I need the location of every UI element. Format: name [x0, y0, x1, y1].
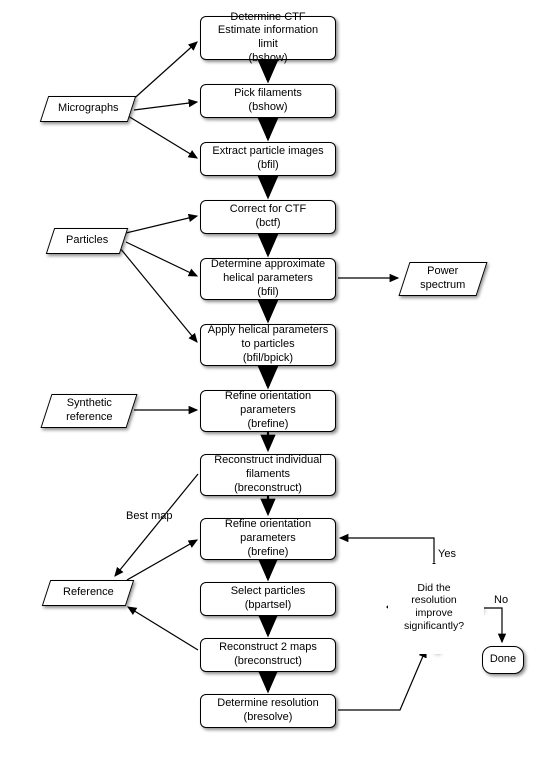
io-label: Reference	[63, 586, 114, 600]
process-refine-orientation-2: Refine orientationparameters(brefine)	[200, 518, 336, 560]
node-label: Correct for CTF(bctf)	[230, 203, 306, 231]
node-label: Extract particle images(bfil)	[212, 145, 323, 173]
terminal-done: Done	[482, 646, 524, 674]
node-label: Refine orientationparameters(brefine)	[225, 390, 311, 431]
io-label: Powerspectrum	[420, 265, 465, 293]
node-label: Reconstruct individualfilaments(breconst…	[214, 454, 322, 495]
process-select-particles: Select particles(bpartsel)	[200, 582, 336, 616]
io-micrographs: Micrographs	[40, 96, 136, 122]
edge-label-no: No	[494, 594, 508, 606]
node-label: Select particles(bpartsel)	[231, 585, 306, 613]
decision-resolution-improve: Did theresolutionimprovesignificantly?	[386, 562, 482, 652]
io-particles: Particles	[46, 228, 128, 254]
decision-label: Did theresolutionimprovesignificantly?	[404, 582, 464, 632]
edge-label-yes: Yes	[438, 548, 456, 560]
process-refine-orientation-1: Refine orientationparameters(brefine)	[200, 390, 336, 432]
process-determine-resolution: Determine resolution(bresolve)	[200, 694, 336, 728]
process-determine-ctf: Determine CTFEstimate information limit(…	[200, 16, 336, 60]
flowchart-canvas: Determine CTFEstimate information limit(…	[0, 0, 546, 771]
node-label: Apply helical parametersto particles(bfi…	[208, 324, 328, 365]
process-apply-helical-params: Apply helical parametersto particles(bfi…	[200, 324, 336, 366]
process-reconstruct-2-maps: Reconstruct 2 maps(breconstruct)	[200, 638, 336, 672]
process-determine-helical-params: Determine approximatehelical parameters(…	[200, 258, 336, 300]
process-extract-particle-images: Extract particle images(bfil)	[200, 142, 336, 176]
node-label: Reconstruct 2 maps(breconstruct)	[219, 641, 317, 669]
node-label: Pick filaments(bshow)	[234, 87, 302, 115]
edge-label-best-map: Best map	[126, 510, 172, 522]
process-correct-for-ctf: Correct for CTF(bctf)	[200, 200, 336, 234]
io-reference: Reference	[42, 580, 134, 606]
process-pick-filaments: Pick filaments(bshow)	[200, 84, 336, 118]
node-label: Determine resolution(bresolve)	[217, 697, 319, 725]
io-power-spectrum: Powerspectrum	[398, 262, 487, 296]
io-label: Micrographs	[58, 102, 119, 116]
node-label: Determine CTFEstimate information limit(…	[207, 11, 329, 66]
io-synthetic-reference: Syntheticreference	[40, 394, 137, 428]
io-label: Particles	[66, 234, 108, 248]
process-reconstruct-individual: Reconstruct individualfilaments(breconst…	[200, 454, 336, 496]
terminal-label: Done	[490, 653, 516, 667]
node-label: Refine orientationparameters(brefine)	[225, 518, 311, 559]
node-label: Determine approximatehelical parameters(…	[211, 258, 325, 299]
io-label: Syntheticreference	[66, 397, 112, 425]
